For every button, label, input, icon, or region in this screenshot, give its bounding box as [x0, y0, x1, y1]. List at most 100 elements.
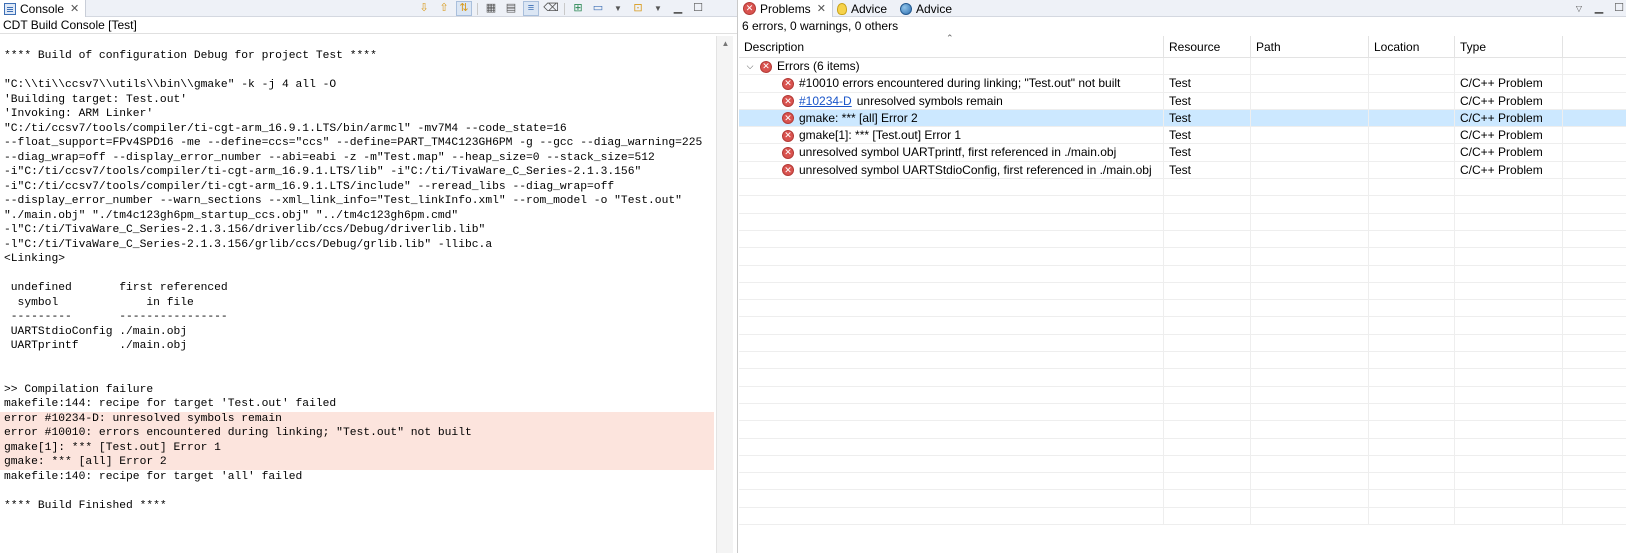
tab-console[interactable]: Console ✕	[0, 0, 87, 17]
problem-location	[1369, 144, 1455, 162]
tab-advice-1[interactable]: Advice	[833, 0, 893, 17]
tab-problems[interactable]: ✕ Problems ✕	[739, 0, 833, 17]
minimize-icon[interactable]: ▁	[670, 1, 686, 16]
console-line: makefile:144: recipe for target 'Test.ou…	[4, 398, 337, 410]
table-row[interactable]: ✕ #10010 errors encountered during linkin…	[739, 75, 1626, 93]
previous-error-icon[interactable]: ⇧	[436, 1, 452, 16]
problem-description: gmake[1]: *** [Test.out] Error 1	[799, 128, 962, 143]
console-line: --float_support=FPv4SPD16 -me --define=c…	[4, 137, 703, 149]
console-line: "C:\\ti\\ccsv7\\utils\\bin\\gmake" -k -j…	[4, 79, 337, 91]
problems-summary: 6 errors, 0 warnings, 0 others	[742, 19, 899, 33]
console-scrollbar[interactable]: ▲	[716, 36, 733, 553]
table-row[interactable]: ✕ gmake: *** [all] Error 2 Test C/C++ Probl…	[739, 109, 1626, 128]
console-line: -l"C:/ti/TivaWare_C_Series-2.1.3.156/dri…	[4, 224, 486, 236]
console-line: 'Invoking: ARM Linker'	[4, 108, 154, 120]
maximize-icon[interactable]: ☐	[1611, 1, 1626, 16]
empty-row	[739, 490, 1626, 508]
empty-row	[739, 196, 1626, 214]
console-error-line: error #10010: errors encountered during …	[0, 426, 714, 441]
console-tabbar: Console ✕ ⇩ ⇧ ⇅ ▦ ▤ ≡ ⌫ ⊞ ▭ ▼ ⊡ ▼ ▁ ☐	[0, 0, 737, 17]
console-icon	[4, 2, 16, 15]
chevron-down-icon[interactable]: ▼	[650, 1, 666, 16]
pin-console-icon[interactable]: ≡	[523, 1, 539, 16]
table-row[interactable]: ✕ #10234-D unresolved symbols remain Test C/…	[739, 92, 1626, 110]
close-icon[interactable]: ✕	[70, 2, 79, 15]
problem-description: gmake: *** [all] Error 2	[799, 110, 918, 125]
problem-type: C/C++ Problem	[1455, 109, 1563, 127]
group-label: Errors (6 items)	[777, 59, 860, 73]
problems-toolbar: ▽ ▁ ☐	[1569, 0, 1626, 17]
empty-row	[739, 334, 1626, 353]
open-build-log-icon[interactable]: ▤	[503, 1, 519, 16]
console-output[interactable]: **** Build of configuration Debug for pr…	[0, 36, 714, 553]
tab-advice-2[interactable]: Advice	[896, 0, 958, 17]
toolbar-separator	[477, 2, 478, 15]
scroll-lock-down-icon[interactable]: ⇩	[416, 1, 432, 16]
copy-build-log-icon[interactable]: ▦	[483, 1, 499, 16]
console-line: 'Building target: Test.out'	[4, 93, 188, 106]
chevron-down-icon[interactable]: ▼	[610, 1, 626, 16]
console-line: **** Build of configuration Debug for pr…	[4, 50, 377, 62]
maximize-icon[interactable]: ☐	[690, 1, 706, 16]
empty-row	[739, 403, 1626, 422]
problem-rows: ✕ #10010 errors encountered during linkin…	[739, 75, 1626, 180]
column-header-path[interactable]: Path	[1251, 36, 1369, 58]
console-error-line: error #10234-D: unresolved symbols remai…	[0, 411, 714, 426]
problem-path	[1251, 127, 1369, 145]
empty-row	[739, 352, 1626, 370]
problem-type: C/C++ Problem	[1455, 75, 1563, 93]
error-icon: ✕	[782, 112, 794, 125]
error-icon: ✕	[782, 164, 794, 177]
empty-row	[739, 317, 1626, 335]
view-menu-icon[interactable]: ▽	[1571, 1, 1587, 16]
table-row[interactable]: ✕ gmake[1]: *** [Test.out] Error 1 Test C/C…	[739, 127, 1626, 145]
error-icon: ✕	[760, 60, 772, 73]
column-header-type[interactable]: Type	[1455, 36, 1563, 58]
close-icon[interactable]: ✕	[817, 2, 826, 15]
error-code-link[interactable]: #10234-D	[799, 93, 852, 110]
sort-up-icon: ⌃	[946, 33, 954, 43]
minimize-icon[interactable]: ▁	[1591, 1, 1607, 16]
problem-description: #10010 errors encountered during linking…	[799, 76, 1121, 91]
console-line: -l"C:/ti/TivaWare_C_Series-2.1.3.156/grl…	[4, 238, 493, 251]
chevron-down-icon[interactable]: ⌵	[742, 58, 758, 75]
console-line: "C:/ti/ccsv7/tools/compiler/ti-cgt-arm_1…	[4, 122, 567, 135]
console-line: makefile:140: recipe for target 'all' fa…	[4, 470, 303, 483]
display-selected-console-icon[interactable]: ▭	[590, 1, 606, 16]
problem-location	[1369, 109, 1455, 127]
problem-location	[1369, 161, 1455, 179]
group-row-errors[interactable]: ⌵ ✕ Errors (6 items)	[739, 58, 1626, 76]
console-line: symbol in file	[4, 296, 194, 309]
console-line: --------- ----------------	[4, 311, 228, 323]
empty-row	[739, 438, 1626, 456]
console-line: **** Build Finished ****	[4, 499, 167, 512]
problems-table[interactable]: ⌃ Description Resource Path Location Typ…	[739, 33, 1626, 553]
problem-type: C/C++ Problem	[1455, 144, 1563, 162]
new-console-icon[interactable]: ⊞	[570, 1, 586, 16]
table-row[interactable]: ✕ unresolved symbol UARTStdioConfig, firs…	[739, 161, 1626, 180]
column-header-location[interactable]: Location	[1369, 36, 1455, 58]
empty-table-area	[739, 179, 1626, 526]
lightbulb-icon	[837, 2, 847, 15]
globe-icon	[900, 2, 912, 15]
console-line: "./main.obj" "./tm4c123gh6pm_startup_ccs…	[4, 209, 459, 222]
console-subtitle: CDT Build Console [Test]	[0, 17, 737, 34]
problem-description: unresolved symbols remain	[856, 93, 1003, 108]
empty-row	[739, 369, 1626, 387]
next-error-icon[interactable]: ⇅	[456, 1, 472, 16]
problem-resource: Test	[1164, 92, 1251, 110]
open-console-icon[interactable]: ⊡	[630, 1, 646, 16]
clear-console-icon[interactable]: ⌫	[543, 1, 559, 16]
problem-location	[1369, 92, 1455, 110]
problem-location	[1369, 127, 1455, 145]
scroll-up-icon[interactable]: ▲	[717, 36, 734, 51]
console-line: UARTStdioConfig ./main.obj	[4, 325, 188, 338]
problem-resource: Test	[1164, 109, 1251, 127]
column-header-resource[interactable]: Resource	[1164, 36, 1251, 58]
empty-row	[739, 473, 1626, 491]
table-row[interactable]: ✕ unresolved symbol UARTprintf, first ref…	[739, 144, 1626, 162]
empty-row	[739, 230, 1626, 249]
